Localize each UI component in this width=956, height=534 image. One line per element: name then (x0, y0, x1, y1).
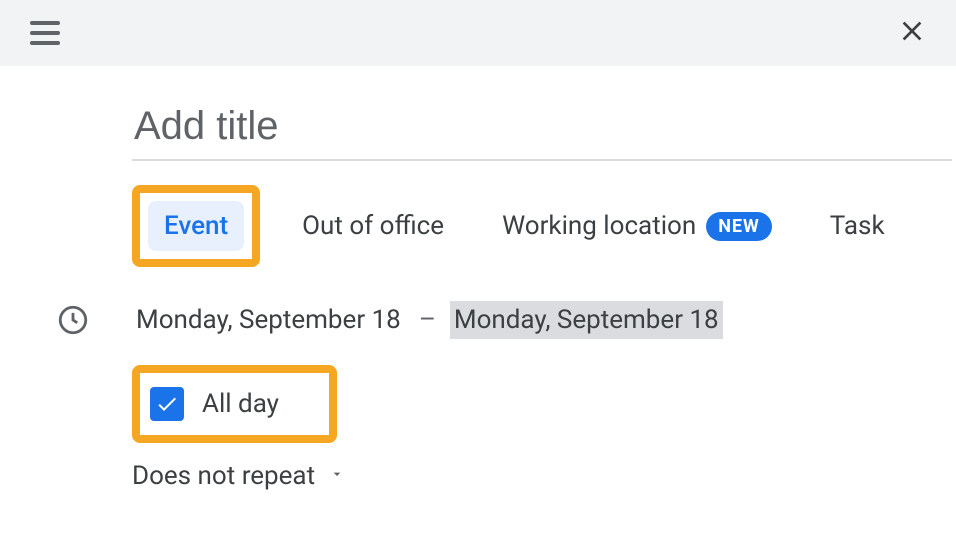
tab-out-of-office[interactable]: Out of office (286, 201, 460, 251)
highlight-all-day: All day (132, 365, 337, 443)
repeat-label: Does not repeat (132, 461, 315, 491)
chevron-down-icon (329, 466, 345, 486)
start-date[interactable]: Monday, September 18 (132, 301, 405, 339)
tab-out-of-office-label: Out of office (302, 211, 444, 241)
date-row: Monday, September 18 – Monday, September… (56, 301, 956, 339)
tab-task-label: Task (830, 211, 885, 241)
clock-icon (56, 303, 90, 337)
all-day-checkbox[interactable] (150, 387, 184, 421)
all-day-label: All day (202, 389, 279, 419)
event-type-tabs: Event Out of office Working location NEW… (132, 185, 956, 267)
highlight-event-tab: Event (132, 185, 260, 267)
title-input[interactable] (132, 104, 952, 161)
tab-working-location-label: Working location (502, 211, 696, 241)
tab-task[interactable]: Task (814, 201, 901, 251)
top-bar (0, 0, 956, 66)
menu-icon[interactable] (30, 21, 60, 45)
tab-working-location[interactable]: Working location NEW (486, 201, 788, 251)
close-icon[interactable] (896, 15, 928, 51)
tab-event[interactable]: Event (148, 201, 244, 251)
tab-event-label: Event (164, 211, 228, 241)
repeat-dropdown[interactable]: Does not repeat (132, 461, 956, 491)
date-dash: – (405, 305, 450, 335)
new-badge: NEW (706, 212, 772, 241)
end-date[interactable]: Monday, September 18 (450, 301, 723, 339)
